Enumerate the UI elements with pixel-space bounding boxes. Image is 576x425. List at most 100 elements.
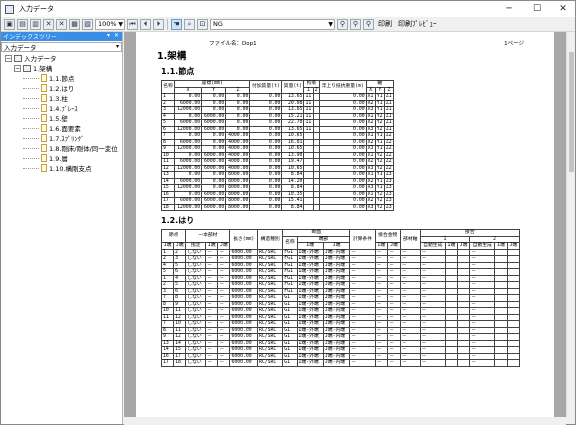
collapse-toggle-icon[interactable]: − [14, 64, 21, 72]
col-floor-weight: 浮上り抵抗重量(m) [318, 80, 367, 94]
tree-item[interactable]: 1.9.層 [1, 153, 122, 163]
table-cell: 4000.00 [225, 138, 251, 146]
tree-item-label: 1.5.壁 [49, 115, 68, 123]
tree-item-label: 入力データ [24, 55, 57, 63]
filter-select[interactable]: NG ▼ [210, 18, 335, 30]
table-cell [303, 203, 314, 211]
tree-item[interactable]: 1.4.ﾌﾞﾚｰｽ [1, 103, 122, 113]
binoculars-icon[interactable]: ⚲ [337, 18, 348, 30]
table-cell: 6000.00 [201, 119, 227, 127]
maximize-icon[interactable]: ☐ [525, 1, 549, 17]
table-row: 7 0.00 0.00 4000.00 0.00 10.65 0.00 X1 Y1 Z2 [160, 132, 395, 140]
col-sec-name: 名称 [282, 235, 298, 250]
table-cell: X3 [365, 203, 376, 211]
export-icon[interactable]: ▥ [30, 18, 41, 30]
tree-item[interactable]: − 入力データ [1, 53, 122, 63]
expand-icon[interactable]: ✕ [56, 18, 67, 30]
table-row: 15 12000.00 0.00 8000.00 0.00 8.84 0.00 X3 Y1 Z3 [160, 184, 395, 192]
col-auto2: 自動生成 [469, 242, 496, 250]
pin-icon[interactable]: ▾ [107, 32, 110, 39]
table-row: 6 12000.00 6000.00 0.00 0.00 13.65 11 0.00 X3 Y2 Z… [160, 125, 395, 133]
table-cell: 6000.00 [201, 112, 227, 120]
horizontal-scrollbar[interactable] [124, 417, 566, 425]
table-cell: 6000.00 [201, 158, 227, 166]
nodes-table: 名称 座標(mm) 付加質量(t) 質量(t) 拘束 浮上り抵抗重量(m) 軸 … [160, 80, 395, 211]
document-page: ファイル名：Dop1 1ページ 1.架構 1.1.節点 名称 座標(mm) 付加… [136, 32, 554, 417]
next-page-icon[interactable]: ⏵ [153, 18, 164, 30]
table-row: 13 0.00 0.00 8000.00 0.00 8.84 0.00 X1 Y1 Z3 [160, 171, 395, 179]
list-icon[interactable]: ▧ [82, 18, 93, 30]
tree-source-select[interactable]: 入力データ ▾ [1, 42, 122, 52]
table-cell: － [205, 359, 219, 367]
first-page-icon[interactable]: ⏮ [127, 18, 138, 30]
table-cell: 6000.00 [201, 164, 227, 172]
table-cell: 12000.00 [174, 106, 203, 114]
tree-item[interactable]: 1.7.ｽﾌﾟﾘﾝｸﾞ [1, 133, 122, 143]
page-icon [41, 94, 47, 102]
print-button[interactable]: 印刷 [376, 19, 394, 29]
prev-page-icon[interactable]: ⏴ [140, 18, 151, 30]
table-cell: － [374, 359, 389, 367]
subsection-heading-nodes: 1.1.節点 [161, 67, 195, 76]
table-row: 4 0.00 6000.00 0.00 0.00 15.21 11 0.00 X1 Y2 Z1 [160, 112, 395, 120]
zoom-select[interactable]: 100% ▼ [95, 18, 125, 30]
close-icon[interactable]: ✕ [551, 1, 575, 17]
find-prev-icon[interactable]: ⚲ [350, 18, 361, 30]
folder-icon [23, 64, 31, 72]
separator [167, 18, 168, 30]
tree-item[interactable]: 1.3.柱 [1, 93, 122, 103]
table-cell: 8000.00 [225, 171, 251, 179]
save-icon[interactable]: ▤ [17, 18, 28, 30]
collapse-icon[interactable]: ✕ [43, 18, 54, 30]
col-name: 名称 [160, 80, 176, 94]
col-one-member: 一本部材 [185, 229, 231, 243]
fit-page-icon[interactable]: ⊡ [197, 18, 208, 30]
pane-close-icon[interactable]: ✕ [114, 32, 119, 39]
table-cell: 12000.00 [174, 184, 203, 192]
collapse-toggle-icon[interactable]: − [5, 54, 12, 62]
table-cell: RC/SRC [256, 359, 284, 367]
table-cell: － [399, 359, 421, 367]
tree-icon[interactable]: ▦ [69, 18, 80, 30]
tree-item-label: 1.10.構剛支点 [49, 165, 92, 173]
table-row: 17 6000.00 6000.00 8000.00 0.00 15.41 0.00 X2 Y2… [160, 197, 395, 205]
hand-tool-icon[interactable]: ☚ [171, 18, 182, 30]
page-icon [41, 84, 47, 92]
title-bar: 入力データ ─ ☐ ✕ [1, 1, 575, 17]
section-heading: 1.架構 [157, 51, 187, 62]
subsection-heading-beams: 1.2.はり [161, 216, 195, 225]
table-cell: 8000.00 [225, 190, 251, 198]
preview-canvas[interactable]: ファイル名：Dop1 1ページ 1.架構 1.1.節点 名称 座標(mm) 付加… [124, 32, 566, 417]
tree-item[interactable]: 1.1.節点 [1, 73, 122, 83]
page-icon [41, 144, 47, 152]
find-next-icon[interactable]: ⚲ [363, 18, 374, 30]
tree-item[interactable]: − 1.架構 [1, 63, 122, 73]
table-row: 1 0.00 0.00 0.00 0.00 13.65 11 0.00 X1 Y1 Z1 [160, 93, 395, 101]
table-row: 17 18 しない－－ 6000.00 RC/SRC G1 I端-外端 J端-内端－－－－－－ [160, 359, 521, 367]
table-cell: － [349, 359, 376, 367]
zoom-tool-icon[interactable]: ⌕ [184, 18, 195, 30]
file-label: ファイル名：Dop1 [209, 41, 257, 47]
vertical-scrollbar[interactable] [566, 32, 575, 417]
app-window: 入力データ ─ ☐ ✕ ▣ ▤ ▥ ✕ ✕ ▦ ▧ 100% ▼ ⏮ ⏴ ⏵ ☚ … [0, 0, 576, 425]
page-header: ファイル名：Dop1 1ページ [157, 37, 534, 47]
tree-item[interactable]: 1.5.壁 [1, 113, 122, 123]
col-auto1: 自動生成 [419, 242, 446, 250]
scroll-thumb[interactable] [569, 52, 574, 172]
table-cell [494, 359, 508, 367]
col-weight: 付加質量(t) [249, 80, 283, 94]
tree-item[interactable]: 1.10.構剛支点 [1, 163, 122, 173]
table-cell: 18 [173, 359, 187, 367]
tree-item-label: 1.1.節点 [49, 75, 75, 83]
table-cell: Z3 [383, 203, 395, 211]
print-preview-button[interactable]: 印刷ﾌﾟﾚﾋﾞｭｰ [396, 19, 439, 29]
table-cell: － [217, 359, 231, 367]
tree-item[interactable]: 1.6.面要素 [1, 123, 122, 133]
tree-item[interactable]: 1.8.剛床/剛体/同一変位 [1, 143, 122, 153]
minimize-icon[interactable]: ─ [497, 1, 521, 17]
toolbar: ▣ ▤ ▥ ✕ ✕ ▦ ▧ 100% ▼ ⏮ ⏴ ⏵ ☚ ⌕ ⊡ NG ▼ ⚲ ⚲ … [1, 17, 575, 32]
open-icon[interactable]: ▣ [4, 18, 15, 30]
page-icon [41, 164, 47, 172]
table-cell: － [419, 359, 446, 367]
tree-item[interactable]: 1.2.はり [1, 83, 122, 93]
